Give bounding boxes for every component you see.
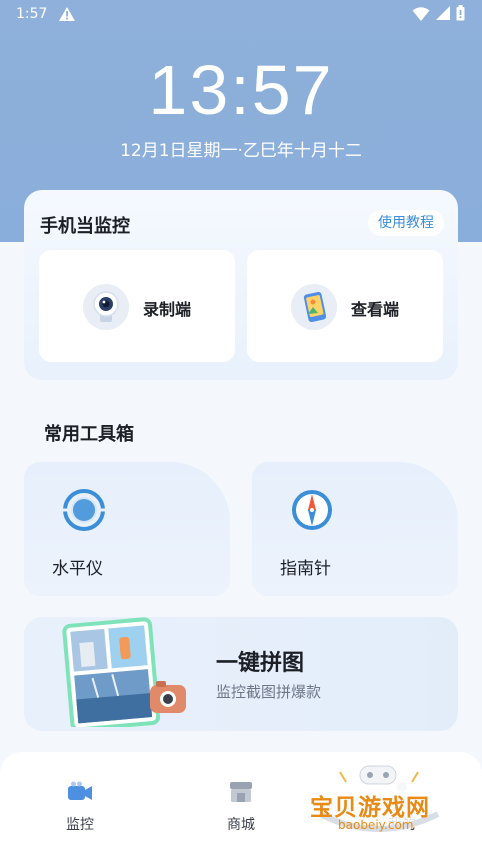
photo-collage-illustration bbox=[62, 617, 186, 727]
nav-mall-label: 商城 bbox=[227, 817, 255, 833]
warning-icon bbox=[59, 7, 75, 21]
compass-label: 指南针 bbox=[280, 559, 331, 579]
camera-icon bbox=[68, 781, 92, 800]
monitor-card: 手机当监控 使用教程 录制端 查看端 bbox=[24, 190, 458, 380]
recorder-label: 录制端 bbox=[143, 300, 192, 319]
date-line: 12月1日星期一·乙巳年十月十二 bbox=[120, 141, 362, 161]
nav-mall[interactable]: 商城 bbox=[201, 780, 281, 834]
status-time: 1:57 bbox=[16, 6, 48, 22]
toolbox-title: 常用工具箱 bbox=[44, 424, 134, 445]
collage-title: 一键拼图 bbox=[216, 651, 305, 676]
level-icon bbox=[63, 489, 105, 531]
nav-monitor[interactable]: 监控 bbox=[40, 780, 120, 834]
status-bar: 1:57 bbox=[0, 0, 482, 30]
viewer-label: 查看端 bbox=[351, 300, 400, 319]
store-icon bbox=[230, 782, 252, 802]
clock-time: 13:57 bbox=[148, 51, 334, 129]
signal-icon bbox=[436, 6, 450, 20]
collage-card[interactable]: 一键拼图 监控截图拼爆款 bbox=[24, 617, 458, 731]
level-tool-card[interactable]: 水平仪 bbox=[24, 462, 230, 596]
collage-subtitle: 监控截图拼爆款 bbox=[216, 683, 322, 701]
tutorial-button[interactable]: 使用教程 bbox=[368, 210, 444, 236]
compass-icon bbox=[292, 490, 332, 530]
monitor-title: 手机当监控 bbox=[40, 216, 130, 237]
wifi-icon bbox=[412, 7, 430, 21]
phone-viewer-icon bbox=[291, 284, 337, 330]
nav-monitor-label: 监控 bbox=[66, 817, 94, 833]
level-label: 水平仪 bbox=[52, 559, 103, 579]
battery-icon bbox=[456, 5, 465, 21]
recorder-tile[interactable]: 录制端 bbox=[39, 250, 235, 362]
compass-tool-card[interactable]: 指南针 bbox=[252, 462, 458, 596]
camera-icon bbox=[83, 284, 129, 330]
viewer-tile[interactable]: 查看端 bbox=[247, 250, 443, 362]
watermark-url: baobeiy.com bbox=[338, 818, 414, 832]
watermark-text: 宝贝游戏网 bbox=[310, 795, 430, 821]
